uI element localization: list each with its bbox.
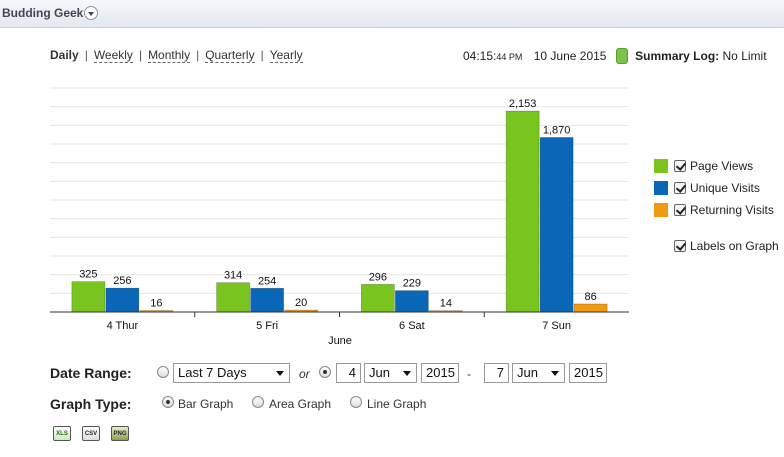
export-png-icon[interactable]: PNG <box>111 426 129 441</box>
labels-on-graph-label: Labels on Graph <box>690 239 779 253</box>
legend-label-unique-visits: Unique Visits <box>690 181 760 195</box>
current-time-seconds: 44 PM <box>496 52 523 62</box>
returning-visits-checkbox[interactable] <box>674 204 686 216</box>
period-tabs: Daily | Weekly | Monthly | Quarterly | Yearly <box>50 48 303 63</box>
from-month-select[interactable]: Jun <box>364 363 417 383</box>
visits-bar-chart: 325 256 16 4 Thur 314 254 20 5 Fri 296 229 14 6 Sat… <box>50 87 629 347</box>
tab-quarterly[interactable]: Quarterly <box>205 48 255 63</box>
data-label: 325 <box>79 269 97 281</box>
custom-range-radio[interactable] <box>319 366 331 378</box>
legend-item-page-views[interactable]: Page Views <box>654 155 774 177</box>
tab-daily[interactable]: Daily <box>50 48 79 62</box>
to-month-value: Jun <box>517 365 538 380</box>
summary-log-icon <box>615 48 628 64</box>
x-tick-label: 5 Fri <box>256 320 278 332</box>
legend-label-returning-visits: Returning Visits <box>690 203 774 217</box>
preset-range-value: Last 7 Days <box>178 365 247 380</box>
data-label: 296 <box>369 271 387 283</box>
legend-item-unique-visits[interactable]: Unique Visits <box>654 177 774 199</box>
line-graph-label[interactable]: Line Graph <box>367 397 426 411</box>
page-views-checkbox[interactable] <box>674 160 686 172</box>
data-label: 2,153 <box>509 98 537 110</box>
preset-range-select[interactable]: Last 7 Days <box>173 363 290 383</box>
x-tick-label: 4 Thur <box>107 320 139 332</box>
bar <box>395 290 429 313</box>
legend-item-returning-visits[interactable]: Returning Visits <box>654 199 774 221</box>
labels-on-graph-checkbox[interactable] <box>674 240 686 252</box>
data-label: 86 <box>585 291 597 303</box>
export-csv-icon[interactable]: CSV <box>82 426 100 441</box>
top-bar: Budding Geek <box>0 0 784 28</box>
summary-log-value: No Limit <box>722 49 767 63</box>
chevron-down-icon <box>551 371 559 376</box>
x-tick-label: 7 Sun <box>542 320 571 332</box>
bar-graph-radio[interactable] <box>162 396 174 408</box>
data-label: 256 <box>113 275 131 287</box>
from-day-input[interactable]: 4 <box>336 363 361 383</box>
from-month-value: Jun <box>369 365 390 380</box>
data-label: 1,870 <box>543 124 571 136</box>
summary-log-label: Summary Log: <box>635 49 720 63</box>
area-graph-label[interactable]: Area Graph <box>269 397 331 411</box>
legend-swatch-returning-visits <box>654 203 668 217</box>
bar-graph-label[interactable]: Bar Graph <box>178 397 233 411</box>
to-year-input[interactable]: 2015 <box>569 363 607 383</box>
bar <box>505 110 540 313</box>
data-label: 16 <box>150 298 162 310</box>
bar <box>361 284 395 313</box>
tab-yearly[interactable]: Yearly <box>269 48 303 63</box>
tab-weekly[interactable]: Weekly <box>93 48 133 63</box>
export-xls-icon[interactable]: XLS <box>53 426 71 441</box>
legend-swatch-page-views <box>654 159 668 173</box>
legend-swatch-unique-visits <box>654 181 668 195</box>
line-graph-radio[interactable] <box>350 396 362 408</box>
unique-visits-checkbox[interactable] <box>674 182 686 194</box>
status-line: 04:15:44 PM 10 June 2015 Summary Log: No… <box>463 48 767 64</box>
graph-type-label: Graph Type: <box>50 396 132 412</box>
bar <box>216 282 250 313</box>
chevron-down-icon <box>276 371 284 376</box>
preset-range-radio[interactable] <box>157 366 169 378</box>
from-year-input[interactable]: 2015 <box>421 363 459 383</box>
project-name[interactable]: Budding Geek <box>2 6 83 20</box>
range-dash: - <box>467 367 471 381</box>
to-month-select[interactable]: Jun <box>512 363 565 383</box>
area-graph-radio[interactable] <box>252 396 264 408</box>
project-dropdown-icon[interactable] <box>84 6 98 20</box>
or-text: or <box>299 367 310 381</box>
data-label: 14 <box>440 298 452 310</box>
data-label: 254 <box>258 275 276 287</box>
current-time: 04:15: <box>463 49 497 63</box>
labels-on-graph-toggle[interactable]: Labels on Graph <box>674 239 779 253</box>
x-axis-label: June <box>328 335 352 347</box>
x-tick-label: 6 Sat <box>399 320 425 332</box>
data-label: 229 <box>403 278 421 290</box>
current-date: 10 June 2015 <box>533 49 607 63</box>
bar <box>539 137 574 313</box>
chart-legend: Page Views Unique Visits Returning Visit… <box>654 155 774 221</box>
bar <box>71 281 106 313</box>
bar <box>250 287 284 313</box>
date-range-label: Date Range: <box>50 365 132 381</box>
bar <box>573 303 608 313</box>
to-day-input[interactable]: 7 <box>484 363 509 383</box>
chevron-down-icon <box>403 371 411 376</box>
legend-label-page-views: Page Views <box>690 159 754 173</box>
tab-monthly[interactable]: Monthly <box>148 48 191 63</box>
bar <box>105 287 140 313</box>
data-label: 314 <box>224 270 242 282</box>
data-label: 20 <box>295 297 307 309</box>
